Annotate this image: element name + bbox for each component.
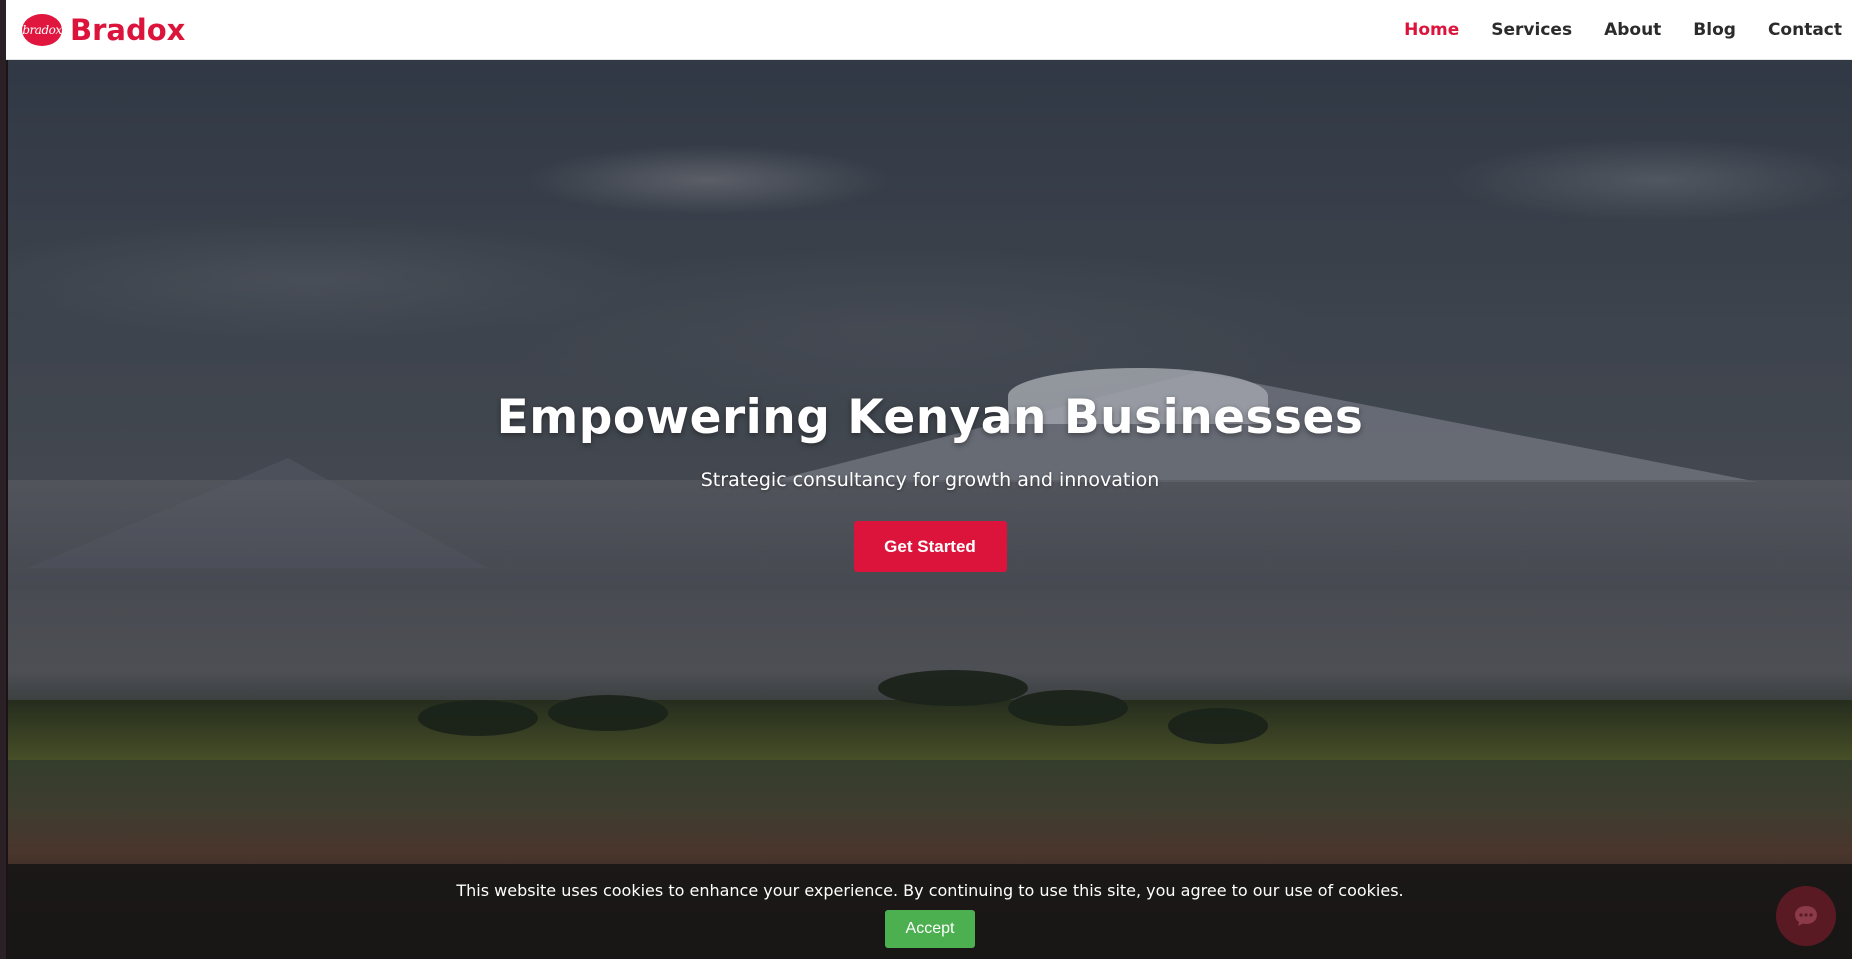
cookie-message: This website uses cookies to enhance you… — [456, 881, 1404, 900]
nav-home[interactable]: Home — [1388, 20, 1475, 40]
hero-section: Empowering Kenyan Businesses Strategic c… — [8, 60, 1852, 959]
chat-bubble-icon[interactable] — [1776, 886, 1836, 946]
logo-icon[interactable]: bradox — [22, 13, 62, 46]
nav-services[interactable]: Services — [1475, 20, 1588, 40]
nav-about[interactable]: About — [1588, 20, 1677, 40]
brand-name[interactable]: Bradox — [70, 13, 185, 47]
hero-content: Empowering Kenyan Businesses Strategic c… — [8, 60, 1852, 700]
nav-blog[interactable]: Blog — [1677, 20, 1752, 40]
accept-cookies-button[interactable]: Accept — [885, 910, 975, 948]
site-header: bradox Bradox Home Services About Blog C… — [6, 0, 1852, 60]
hero-title: Empowering Kenyan Businesses — [496, 390, 1364, 445]
nav-contact[interactable]: Contact — [1752, 20, 1852, 40]
window-edge — [0, 0, 6, 959]
get-started-button[interactable]: Get Started — [853, 521, 1007, 572]
chat-bubble-icon — [1795, 906, 1817, 926]
hero-subtitle: Strategic consultancy for growth and inn… — [700, 469, 1160, 491]
cookie-banner: This website uses cookies to enhance you… — [8, 864, 1852, 959]
main-nav: Home Services About Blog Contact — [1388, 0, 1852, 59]
brand[interactable]: bradox Bradox — [22, 13, 185, 47]
